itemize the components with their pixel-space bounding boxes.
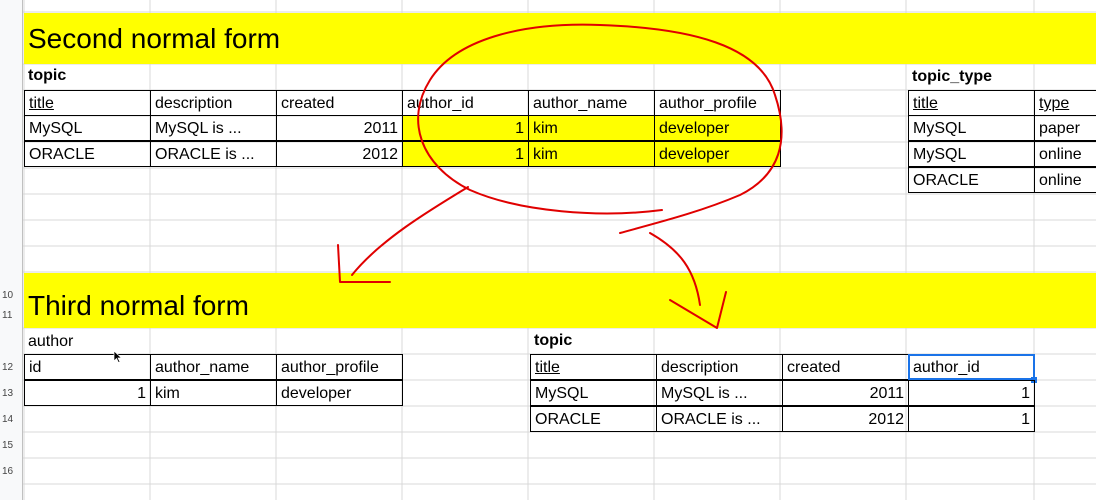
table-cell[interactable]: developer (654, 115, 781, 141)
table-cell[interactable]: MySQL (24, 115, 151, 141)
table-label-topic-type[interactable]: topic_type (908, 64, 996, 90)
table-cell[interactable]: kim (528, 141, 655, 167)
table-cell[interactable]: 2011 (782, 380, 909, 406)
header-cell[interactable]: id (24, 354, 151, 380)
table-cell[interactable]: developer (654, 141, 781, 167)
header-cell[interactable]: description (150, 90, 277, 116)
header-cell[interactable]: created (782, 354, 909, 380)
mouse-cursor-icon (113, 350, 123, 363)
table-cell[interactable]: ORACLE (24, 141, 151, 167)
table-cell[interactable]: 1 (402, 115, 529, 141)
header-cell[interactable]: type (1034, 90, 1096, 116)
table-cell[interactable]: 2011 (276, 115, 403, 141)
table-cell[interactable]: 2012 (276, 141, 403, 167)
table-cell[interactable]: MySQL (530, 380, 657, 406)
table-cell[interactable]: paper (1034, 115, 1096, 141)
table-cell[interactable]: ORACLE (530, 406, 657, 432)
header-cell[interactable]: created (276, 90, 403, 116)
header-cell[interactable]: description (656, 354, 783, 380)
table-cell[interactable]: 1 (24, 380, 151, 406)
row-number[interactable]: 16 (0, 466, 22, 477)
table-cell[interactable]: online (1034, 167, 1096, 193)
table-cell[interactable]: ORACLE is ... (150, 141, 277, 167)
header-cell[interactable]: author_id (402, 90, 529, 116)
row-number[interactable]: 10 (0, 290, 22, 301)
header-cell[interactable]: author_profile (276, 354, 403, 380)
header-cell-selected[interactable]: author_id (908, 354, 1035, 380)
table-cell[interactable]: online (1034, 141, 1096, 167)
table-label-topic-3nf[interactable]: topic (530, 328, 576, 354)
header-cell[interactable]: title (530, 354, 657, 380)
table-cell[interactable]: 1 (908, 380, 1035, 406)
row-number[interactable]: 14 (0, 414, 22, 425)
header-cell[interactable]: author_name (528, 90, 655, 116)
header-cell[interactable]: title (908, 90, 1035, 116)
table-cell[interactable]: developer (276, 380, 403, 406)
table-cell[interactable]: 2012 (782, 406, 909, 432)
table-cell[interactable]: ORACLE is ... (656, 406, 783, 432)
row-header[interactable]: 10 11 12 13 14 15 16 (0, 0, 23, 500)
table-cell[interactable]: MySQL is ... (150, 115, 277, 141)
heading-third-normal-form[interactable]: Third normal form (24, 286, 253, 326)
table-cell[interactable]: kim (150, 380, 277, 406)
row-number[interactable]: 13 (0, 388, 22, 399)
row-number[interactable]: 12 (0, 362, 22, 373)
table-cell[interactable]: kim (528, 115, 655, 141)
table-cell[interactable]: MySQL (908, 115, 1035, 141)
spreadsheet-grid[interactable]: 10 11 12 13 14 15 16 Second normal form … (0, 0, 1096, 500)
row-number[interactable]: 15 (0, 440, 22, 451)
table-cell[interactable]: MySQL is ... (656, 380, 783, 406)
table-label-topic[interactable]: topic (24, 63, 70, 89)
header-cell[interactable]: author_profile (654, 90, 781, 116)
heading-second-normal-form[interactable]: Second normal form (24, 19, 284, 59)
table-cell[interactable]: ORACLE (908, 167, 1035, 193)
table-label-author[interactable]: author (24, 329, 77, 355)
row-number[interactable]: 11 (0, 310, 22, 321)
header-cell[interactable]: author_name (150, 354, 277, 380)
table-cell[interactable]: 1 (908, 406, 1035, 432)
table-cell[interactable]: 1 (402, 141, 529, 167)
header-cell[interactable]: title (24, 90, 151, 116)
table-cell[interactable]: MySQL (908, 141, 1035, 167)
